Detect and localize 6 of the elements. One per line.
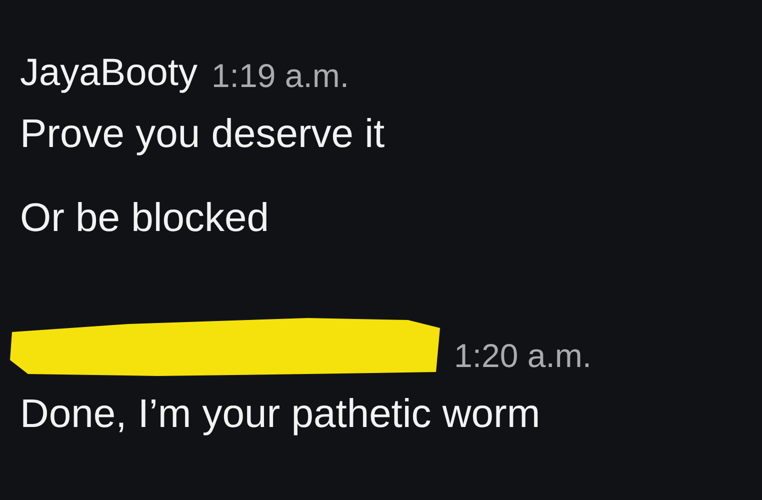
message-time: 1:20 a.m. — [454, 339, 592, 372]
author-name: JayaBooty — [20, 54, 198, 92]
message-text: Or be blocked — [20, 195, 270, 242]
message-text: Prove you deserve it — [20, 111, 386, 158]
message-text: Done, I’m your pathetic worm — [20, 391, 542, 438]
message-time: 1:19 a.m. — [211, 59, 350, 92]
